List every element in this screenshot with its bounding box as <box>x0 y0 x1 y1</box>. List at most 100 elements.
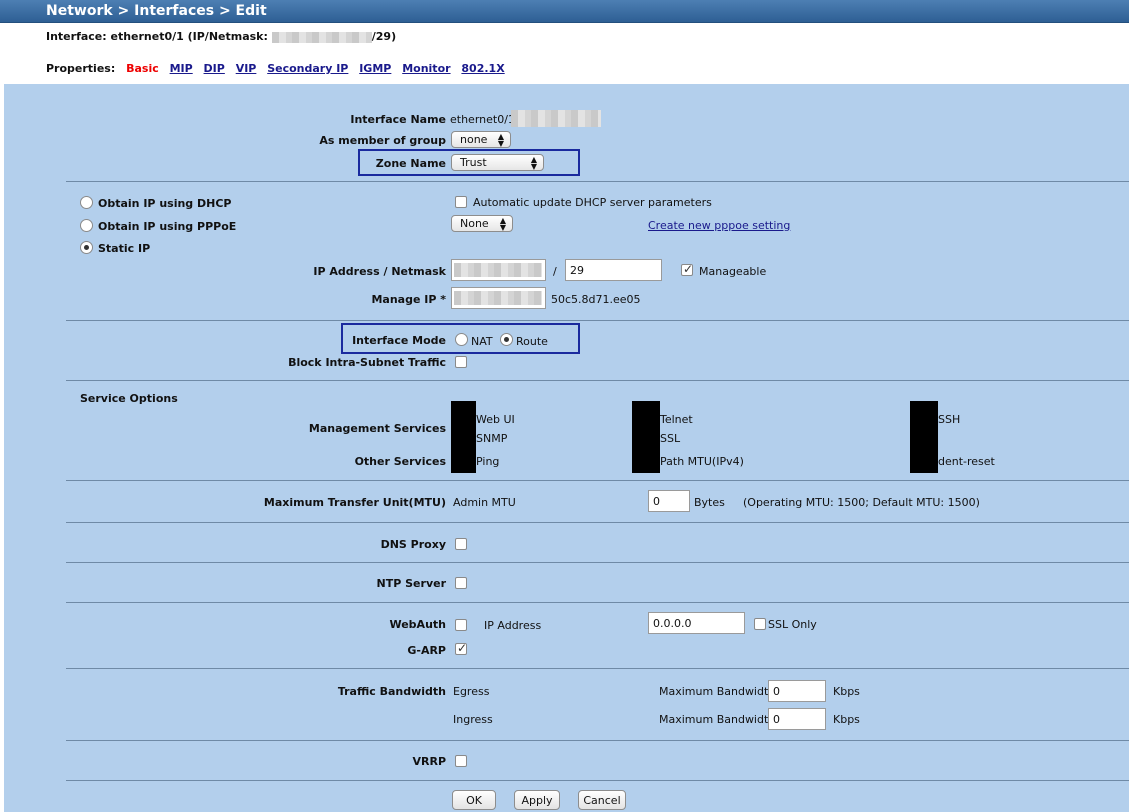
dns-proxy-checkbox[interactable] <box>455 538 467 550</box>
properties-tabs: Properties: Basic MIP DIP VIP Secondary … <box>46 62 505 75</box>
egress-label: Egress <box>453 685 490 698</box>
tab-8021x[interactable]: 802.1X <box>461 62 504 75</box>
tab-basic[interactable]: Basic <box>126 62 159 75</box>
service-telnet: Telnet <box>660 413 693 426</box>
management-services-label: Management Services <box>308 422 446 435</box>
admin-mtu-label: Admin MTU <box>453 496 516 509</box>
redacted-checkboxes <box>632 401 660 473</box>
ingress-max-label: Maximum Bandwidth <box>659 713 776 726</box>
tab-secondary-ip[interactable]: Secondary IP <box>267 62 348 75</box>
route-label: Route <box>516 335 548 348</box>
cancel-button[interactable]: Cancel <box>578 790 626 810</box>
interface-summary-suffix: /29) <box>371 30 397 43</box>
edit-panel <box>4 84 1129 812</box>
pppoe-select[interactable]: None ▲ ▼ <box>451 215 513 232</box>
block-intra-subnet-checkbox[interactable] <box>455 356 467 368</box>
member-group-label: As member of group <box>319 134 446 147</box>
redacted-ip-value <box>454 263 542 277</box>
zone-name-label: Zone Name <box>375 157 446 170</box>
dhcp-auto-update-checkbox[interactable] <box>455 196 467 208</box>
dhcp-radio[interactable] <box>80 196 93 209</box>
pppoe-label: Obtain IP using PPPoE <box>98 220 237 233</box>
member-group-value: none <box>460 133 488 146</box>
vrrp-checkbox[interactable] <box>455 755 467 767</box>
divider <box>66 562 1129 563</box>
netmask-slash: / <box>553 265 557 278</box>
static-ip-radio[interactable] <box>80 241 93 254</box>
divider <box>66 480 1129 481</box>
nat-label: NAT <box>471 335 493 348</box>
webauth-label: WebAuth <box>389 618 446 631</box>
tab-monitor[interactable]: Monitor <box>402 62 450 75</box>
divider <box>66 181 1129 182</box>
webauth-checkbox[interactable] <box>455 619 467 631</box>
static-ip-label: Static IP <box>98 242 151 255</box>
pppoe-radio[interactable] <box>80 219 93 232</box>
ingress-label: Ingress <box>453 713 493 726</box>
mtu-label: Maximum Transfer Unit(MTU) <box>263 496 446 509</box>
page-title: Network > Interfaces > Edit <box>0 0 1129 23</box>
service-web-ui: Web UI <box>476 413 515 426</box>
dns-proxy-label: DNS Proxy <box>380 538 446 551</box>
egress-unit: Kbps <box>833 685 860 698</box>
dhcp-label: Obtain IP using DHCP <box>98 197 232 210</box>
service-path-mtu: Path MTU(IPv4) <box>660 455 744 468</box>
create-pppoe-link[interactable]: Create new pppoe setting <box>648 219 790 232</box>
member-group-select[interactable]: none ▲ ▼ <box>451 131 511 148</box>
mtu-input[interactable]: 0 <box>648 490 690 512</box>
mtu-unit: Bytes <box>694 496 725 509</box>
other-services-label: Other Services <box>354 455 446 468</box>
apply-button[interactable]: Apply <box>514 790 560 810</box>
nat-radio[interactable] <box>455 333 468 346</box>
block-intra-subnet-label: Block Intra-Subnet Traffic <box>288 356 446 369</box>
ntp-server-checkbox[interactable] <box>455 577 467 589</box>
tab-mip[interactable]: MIP <box>170 62 193 75</box>
divider <box>66 740 1129 741</box>
redacted-ip-value <box>454 291 542 305</box>
mac-address: 50c5.8d71.ee05 <box>551 293 641 306</box>
ssl-only-label: SSL Only <box>768 618 817 631</box>
divider <box>66 380 1129 381</box>
select-arrows-icon: ▲ ▼ <box>499 216 506 232</box>
tab-dip[interactable]: DIP <box>204 62 225 75</box>
egress-bandwidth-input[interactable]: 0 <box>768 680 826 702</box>
divider <box>66 602 1129 603</box>
properties-label: Properties: <box>46 62 116 75</box>
netmask-input[interactable]: 29 <box>565 259 662 281</box>
mtu-info: (Operating MTU: 1500; Default MTU: 1500) <box>743 496 980 509</box>
ip-address-input[interactable] <box>451 259 546 281</box>
tab-igmp[interactable]: IGMP <box>359 62 391 75</box>
service-ident-reset: dent-reset <box>938 455 995 468</box>
redacted-ip <box>271 31 372 43</box>
manageable-checkbox[interactable] <box>681 262 693 276</box>
manage-ip-label: Manage IP * <box>371 293 446 306</box>
manageable-label: Manageable <box>699 265 767 278</box>
interface-mode-label: Interface Mode <box>352 334 446 347</box>
interface-summary-prefix: Interface: ethernet0/1 (IP/Netmask: <box>46 30 268 43</box>
select-arrows-icon: ▲ ▼ <box>530 155 537 171</box>
zone-name-select[interactable]: Trust ▲ ▼ <box>451 154 544 171</box>
route-radio[interactable] <box>500 333 513 346</box>
ingress-unit: Kbps <box>833 713 860 726</box>
garp-checkbox[interactable] <box>455 641 467 655</box>
service-options-title: Service Options <box>80 392 178 405</box>
ssl-only-checkbox[interactable] <box>754 618 766 630</box>
redacted-checkboxes <box>451 401 476 473</box>
ingress-bandwidth-input[interactable]: 0 <box>768 708 826 730</box>
ip-netmask-label: IP Address / Netmask <box>313 265 446 278</box>
redacted-interface-detail <box>511 110 601 127</box>
pppoe-value: None <box>460 217 489 230</box>
garp-label: G-ARP <box>407 644 446 657</box>
webauth-ip-input[interactable]: 0.0.0.0 <box>648 612 745 634</box>
service-snmp: SNMP <box>476 432 508 445</box>
service-ping: Ping <box>476 455 500 468</box>
ok-button[interactable]: OK <box>452 790 496 810</box>
dhcp-auto-update-label: Automatic update DHCP server parameters <box>473 196 712 209</box>
zone-name-value: Trust <box>460 156 487 169</box>
egress-max-label: Maximum Bandwidth <box>659 685 776 698</box>
tab-vip[interactable]: VIP <box>236 62 257 75</box>
traffic-bandwidth-label: Traffic Bandwidth <box>337 685 446 698</box>
interface-summary: Interface: ethernet0/1 (IP/Netmask: /29) <box>46 30 396 43</box>
manage-ip-input[interactable] <box>451 287 546 309</box>
divider <box>66 522 1129 523</box>
